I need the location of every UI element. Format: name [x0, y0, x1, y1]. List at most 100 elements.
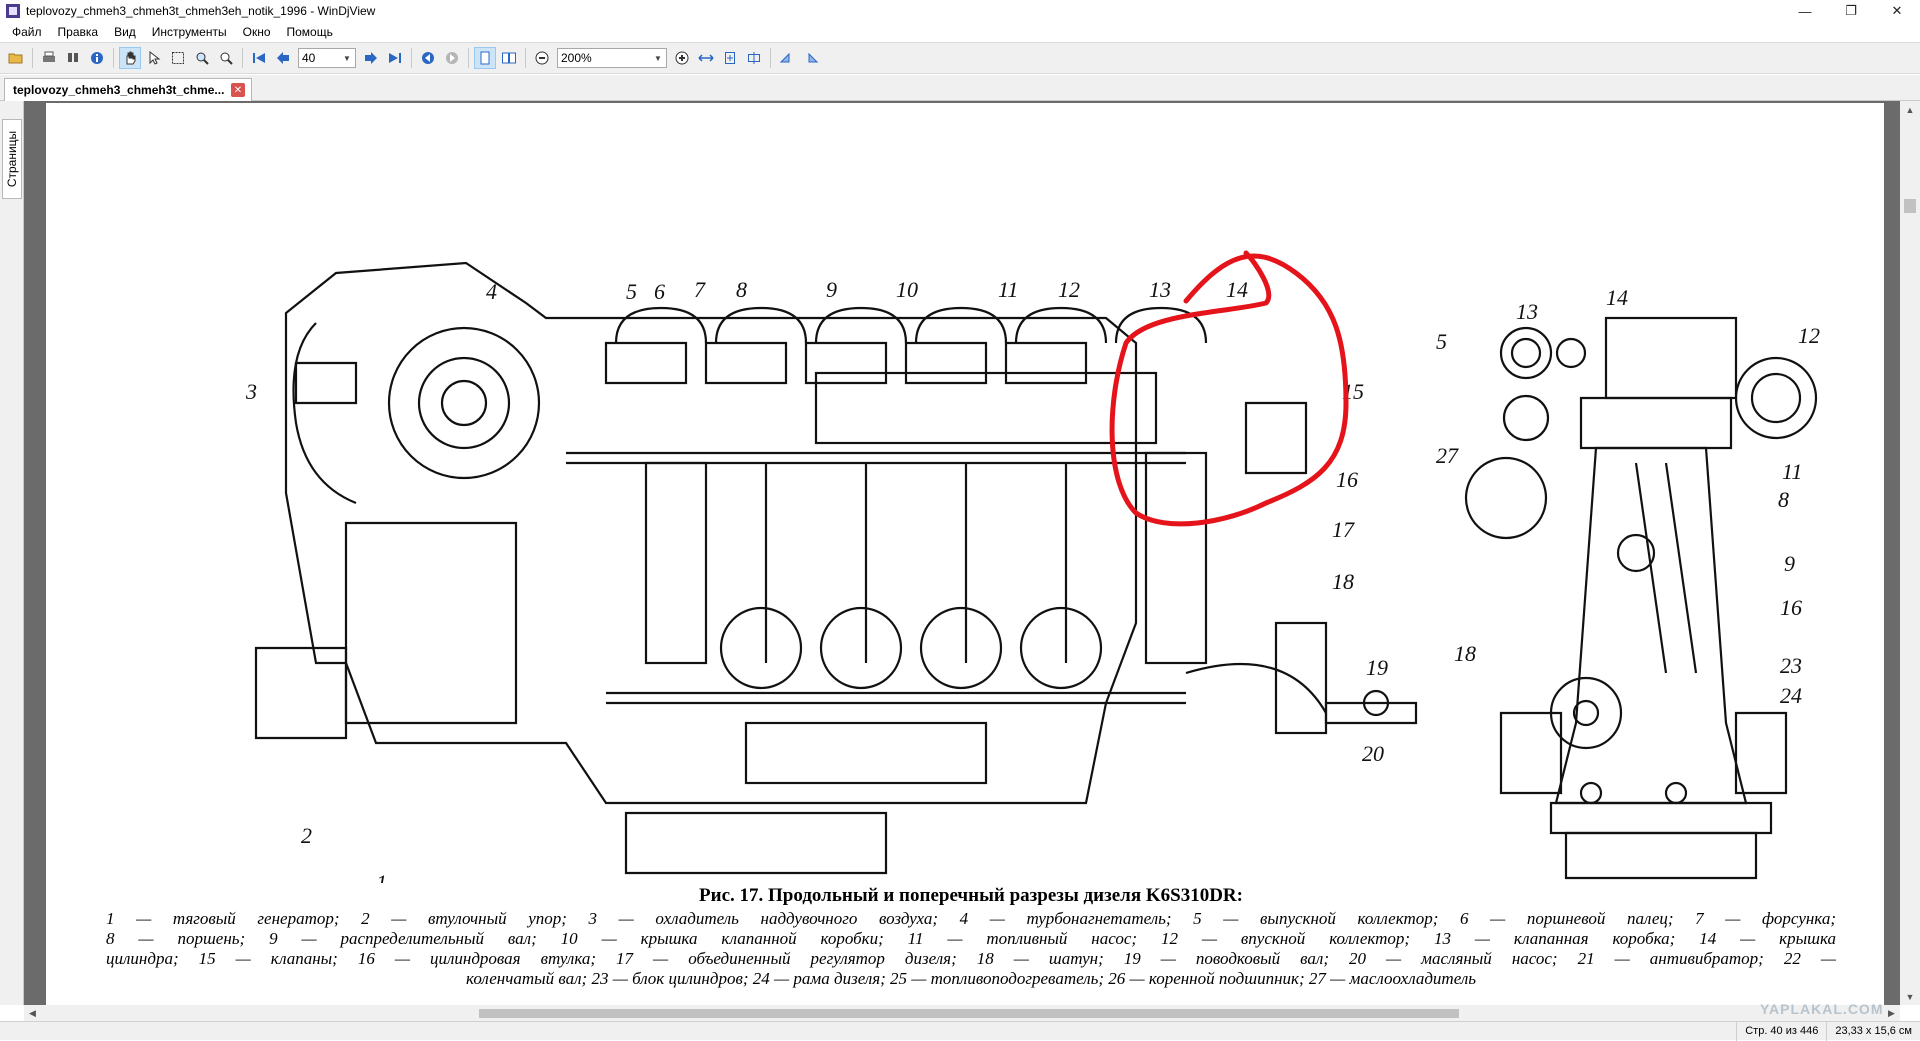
label-t13: 13: [1516, 299, 1538, 324]
zoom-in-icon[interactable]: [671, 47, 693, 69]
document-tab[interactable]: teplovozy_chmeh3_chmeh3t_chme... ✕: [4, 78, 252, 101]
menu-tools[interactable]: Инструменты: [144, 25, 235, 39]
menu-edit[interactable]: Правка: [50, 25, 107, 39]
zoom-tool-icon[interactable]: [191, 47, 213, 69]
label-3: 3: [245, 379, 257, 404]
next-page-icon[interactable]: [360, 47, 382, 69]
info-icon[interactable]: [86, 47, 108, 69]
title-bar: teplovozy_chmeh3_chmeh3t_chmeh3eh_notik_…: [0, 0, 1920, 22]
chevron-down-icon[interactable]: ▼: [650, 49, 666, 67]
menu-bar: Файл Правка Вид Инструменты Окно Помощь: [0, 22, 1920, 42]
print-icon[interactable]: [38, 47, 60, 69]
chevron-down-icon[interactable]: ▼: [339, 49, 355, 67]
menu-file[interactable]: Файл: [4, 25, 50, 39]
zoom-combo[interactable]: 200% ▼: [557, 48, 667, 68]
menu-window[interactable]: Окно: [235, 25, 279, 39]
label-1: 1: [376, 870, 387, 883]
label-11: 11: [998, 277, 1018, 302]
vertical-scroll-thumb[interactable]: [1904, 199, 1916, 213]
label-t8: 8: [1778, 487, 1789, 512]
label-t11: 11: [1782, 459, 1802, 484]
select-tool-icon[interactable]: [143, 47, 165, 69]
zoom-out-icon[interactable]: [531, 47, 553, 69]
label-8: 8: [736, 277, 747, 302]
caption-line-2: 8 — поршень; 9 — распределительный вал; …: [106, 929, 1836, 948]
label-19: 19: [1366, 655, 1388, 680]
pages-panel-label: Страницы: [5, 130, 19, 188]
label-5: 5: [626, 279, 637, 304]
status-page-size: 23,33 x 15,6 см: [1826, 1021, 1920, 1041]
close-tab-icon[interactable]: ✕: [231, 83, 245, 97]
restore-button[interactable]: ❐: [1828, 0, 1874, 22]
label-t9: 9: [1784, 551, 1795, 576]
document-page: 1 2 3 4 5 6 7 8 9 10 11 12 13 14 15 16 1…: [46, 103, 1884, 1005]
fit-width-icon[interactable]: [695, 47, 717, 69]
zoom-value: 200%: [561, 51, 592, 65]
label-6: 6: [654, 279, 665, 304]
zoom-rect-icon[interactable]: [215, 47, 237, 69]
label-9: 9: [826, 277, 837, 302]
facing-pages-icon[interactable]: [498, 47, 520, 69]
label-t12: 12: [1798, 323, 1820, 348]
document-tab-bar: teplovozy_chmeh3_chmeh3t_chme... ✕: [0, 75, 1920, 101]
label-t23: 23: [1780, 653, 1802, 678]
label-t24: 24: [1780, 683, 1802, 708]
label-t16: 16: [1780, 595, 1802, 620]
forward-icon[interactable]: [441, 47, 463, 69]
scroll-right-icon[interactable]: ▶: [1883, 1005, 1900, 1021]
label-t27: 27: [1436, 443, 1459, 468]
actual-size-icon[interactable]: [743, 47, 765, 69]
label-7: 7: [694, 277, 706, 302]
engine-cross-section-drawing: 1 2 3 4 5 6 7 8 9 10 11 12 13 14 15 16 1…: [245, 250, 1820, 883]
page-number-combo[interactable]: 40 ▼: [298, 48, 356, 68]
page-number-value: 40: [302, 51, 316, 65]
horizontal-scroll-thumb[interactable]: [479, 1009, 1459, 1018]
caption-line-3: цилиндра; 15 — клапаны; 16 — цилиндровая…: [106, 949, 1836, 968]
rect-select-icon[interactable]: [167, 47, 189, 69]
rotate-left-icon[interactable]: [776, 47, 798, 69]
scroll-left-icon[interactable]: ◀: [24, 1005, 41, 1021]
toolbar: 40 ▼ 200% ▼: [0, 42, 1920, 74]
close-window-button[interactable]: ✕: [1874, 0, 1920, 22]
side-panel: Страницы: [0, 101, 24, 1005]
prev-page-icon[interactable]: [272, 47, 294, 69]
label-10: 10: [896, 277, 918, 302]
label-18: 18: [1332, 569, 1354, 594]
minimize-button[interactable]: —: [1782, 0, 1828, 22]
first-page-icon[interactable]: [248, 47, 270, 69]
scroll-up-icon[interactable]: ▲: [1900, 101, 1920, 118]
open-folder-icon[interactable]: [5, 47, 27, 69]
single-page-icon[interactable]: [474, 47, 496, 69]
label-14: 14: [1226, 277, 1248, 302]
horizontal-scrollbar[interactable]: ◀ ▶: [24, 1005, 1900, 1021]
back-icon[interactable]: [417, 47, 439, 69]
document-tab-label: teplovozy_chmeh3_chmeh3t_chme...: [13, 83, 225, 97]
hand-tool-icon[interactable]: [119, 47, 141, 69]
label-13: 13: [1149, 277, 1171, 302]
fit-page-icon[interactable]: [719, 47, 741, 69]
document-viewport[interactable]: 1 2 3 4 5 6 7 8 9 10 11 12 13 14 15 16 1…: [24, 101, 1900, 1005]
label-4: 4: [486, 279, 497, 304]
label-2: 2: [301, 823, 312, 848]
menu-help[interactable]: Помощь: [279, 25, 341, 39]
caption-line-1: 1 — тяговый генератор; 2 — втулочный упо…: [106, 909, 1836, 928]
label-t18: 18: [1454, 641, 1476, 666]
find-icon[interactable]: [62, 47, 84, 69]
last-page-icon[interactable]: [384, 47, 406, 69]
status-page: Стр. 40 из 446: [1736, 1021, 1826, 1041]
figure-caption: Рис. 17. Продольный и поперечный разрезы…: [106, 885, 1836, 989]
caption-line-4: коленчатый вал; 23 — блок цилиндров; 24 …: [466, 969, 1476, 988]
label-17: 17: [1332, 517, 1355, 542]
pages-panel-tab[interactable]: Страницы: [2, 119, 22, 199]
label-12: 12: [1058, 277, 1080, 302]
menu-view[interactable]: Вид: [106, 25, 144, 39]
label-16: 16: [1336, 467, 1358, 492]
scroll-down-icon[interactable]: ▼: [1900, 988, 1920, 1005]
label-t14: 14: [1606, 285, 1628, 310]
vertical-scrollbar[interactable]: ▲ ▼: [1900, 101, 1920, 1005]
rotate-right-icon[interactable]: [800, 47, 822, 69]
window-title: teplovozy_chmeh3_chmeh3t_chmeh3eh_notik_…: [26, 4, 376, 18]
windjview-app-icon: [6, 4, 20, 18]
label-20: 20: [1362, 741, 1384, 766]
caption-title: Рис. 17. Продольный и поперечный разрезы…: [699, 885, 1243, 906]
